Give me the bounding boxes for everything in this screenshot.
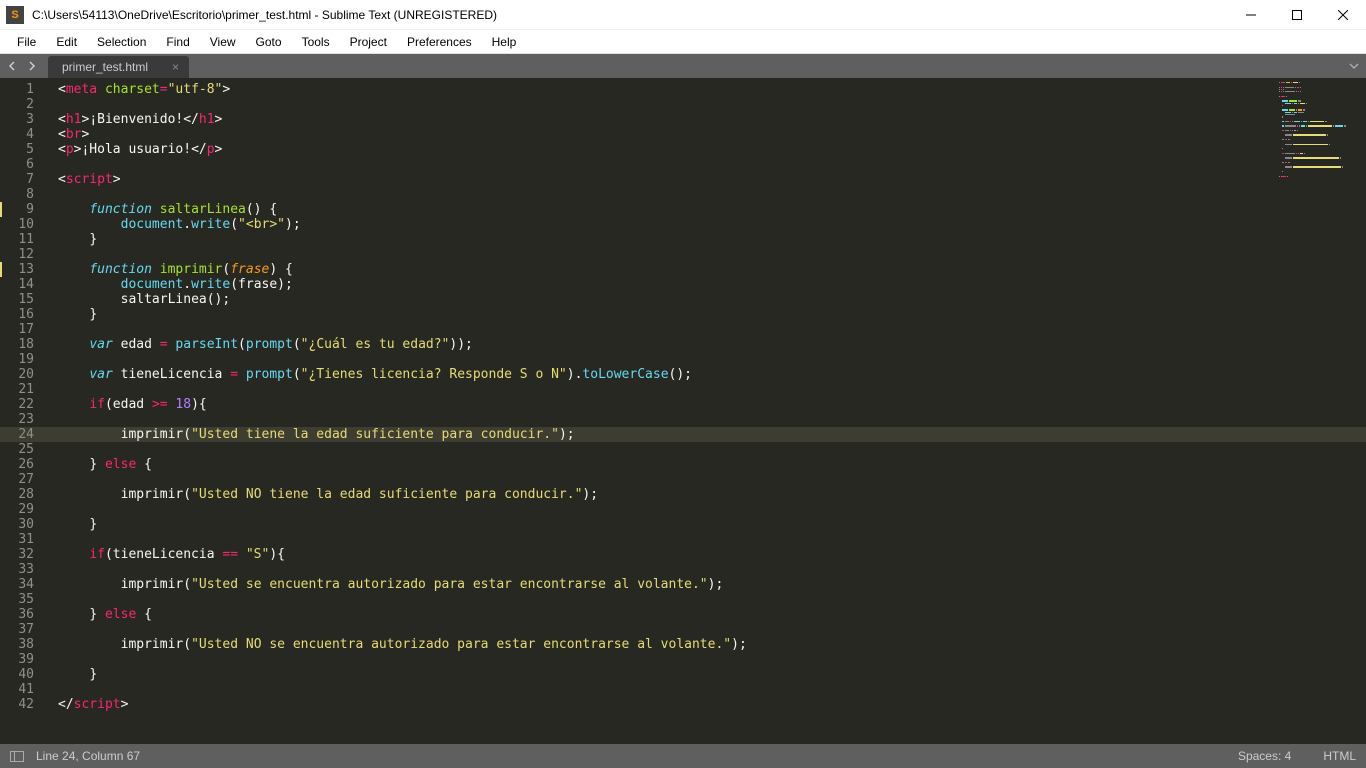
nav-back-icon[interactable]: [2, 55, 22, 77]
menu-help[interactable]: Help: [483, 33, 526, 51]
menu-edit[interactable]: Edit: [47, 33, 86, 51]
nav-arrows: [0, 55, 44, 77]
status-spaces[interactable]: Spaces: 4: [1238, 749, 1291, 763]
statusbar: Line 24, Column 67 Spaces: 4 HTML: [0, 744, 1366, 768]
tab-primer-test[interactable]: primer_test.html ×: [48, 56, 189, 78]
menu-find[interactable]: Find: [157, 33, 198, 51]
tab-overflow-icon[interactable]: [1342, 54, 1366, 78]
nav-forward-icon[interactable]: [22, 55, 42, 77]
close-button[interactable]: [1320, 0, 1366, 30]
menu-file[interactable]: File: [8, 33, 45, 51]
menu-selection[interactable]: Selection: [88, 33, 155, 51]
status-cursor: Line 24, Column 67: [36, 749, 140, 763]
tab-toolbar: primer_test.html ×: [0, 54, 1366, 78]
code-content[interactable]: <meta charset="utf-8"><h1>¡Bienvenido!</…: [52, 78, 1366, 744]
menu-project[interactable]: Project: [341, 33, 396, 51]
titlebar: S C:\Users\54113\OneDrive\Escritorio\pri…: [0, 0, 1366, 30]
menu-tools[interactable]: Tools: [293, 33, 339, 51]
menu-view[interactable]: View: [201, 33, 245, 51]
maximize-button[interactable]: [1274, 0, 1320, 30]
tab-label: primer_test.html: [62, 60, 148, 74]
tab-close-icon[interactable]: ×: [172, 60, 179, 74]
menu-goto[interactable]: Goto: [247, 33, 291, 51]
menu-preferences[interactable]: Preferences: [398, 33, 481, 51]
panel-toggle-icon[interactable]: [10, 751, 24, 762]
window-title: C:\Users\54113\OneDrive\Escritorio\prime…: [32, 8, 1228, 22]
line-gutter: 1234567891011121314151617181920212223242…: [0, 78, 52, 744]
menubar: File Edit Selection Find View Goto Tools…: [0, 30, 1366, 54]
status-syntax[interactable]: HTML: [1323, 749, 1356, 763]
window-controls: [1228, 0, 1366, 29]
minimize-button[interactable]: [1228, 0, 1274, 30]
tabbar: primer_test.html ×: [44, 54, 1342, 78]
app-icon: S: [6, 6, 24, 24]
editor-area[interactable]: 1234567891011121314151617181920212223242…: [0, 78, 1366, 744]
